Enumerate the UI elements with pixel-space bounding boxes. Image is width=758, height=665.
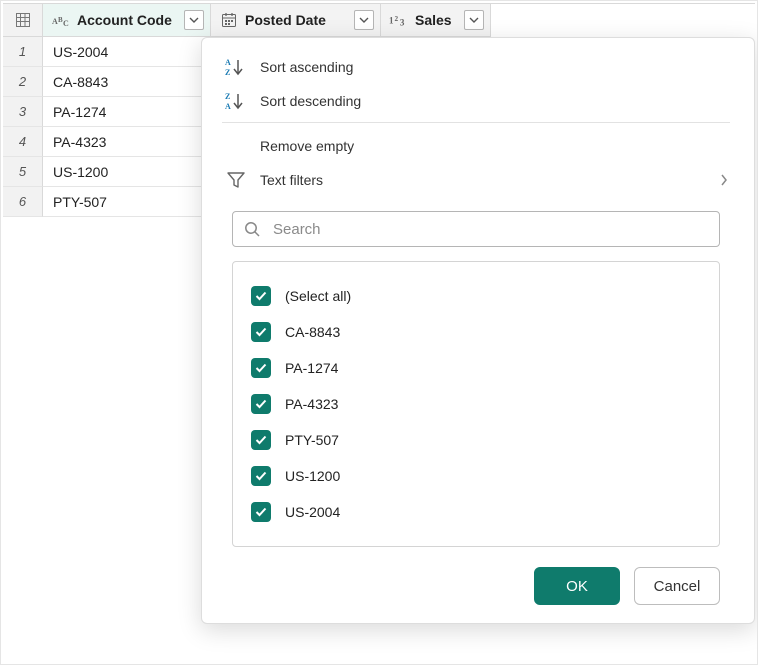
sort-ascending-item[interactable]: A Z Sort ascending bbox=[222, 50, 730, 84]
svg-text:2: 2 bbox=[394, 15, 398, 23]
column-label: Sales bbox=[415, 12, 458, 28]
checkbox-checked-icon[interactable] bbox=[251, 322, 271, 342]
filter-value-label: PA-4323 bbox=[285, 396, 338, 412]
row-number[interactable]: 2 bbox=[3, 67, 43, 97]
menu-label: Remove empty bbox=[260, 138, 354, 154]
filter-value-item[interactable]: US-2004 bbox=[251, 494, 701, 530]
button-label: OK bbox=[566, 578, 588, 595]
svg-text:A: A bbox=[225, 102, 231, 111]
filter-value-item[interactable]: PTY-507 bbox=[251, 422, 701, 458]
text-type-icon: A B C bbox=[51, 10, 71, 30]
menu-label: Sort ascending bbox=[260, 59, 353, 75]
ok-button[interactable]: OK bbox=[534, 567, 620, 605]
menu-label: Text filters bbox=[260, 172, 323, 188]
svg-text:A: A bbox=[225, 58, 231, 67]
filter-value-item[interactable]: PA-1274 bbox=[251, 350, 701, 386]
search-icon bbox=[243, 220, 261, 238]
date-type-icon bbox=[219, 10, 239, 30]
cell-account-code[interactable]: US-2004 bbox=[43, 37, 211, 67]
checkbox-checked-icon[interactable] bbox=[251, 430, 271, 450]
menu-separator bbox=[222, 122, 730, 123]
select-all-corner[interactable] bbox=[3, 4, 43, 37]
button-label: Cancel bbox=[654, 578, 701, 595]
svg-text:Z: Z bbox=[225, 68, 230, 77]
column-filter-toggle[interactable] bbox=[464, 10, 484, 30]
column-header-row: A B C Account Code bbox=[3, 3, 755, 37]
sort-asc-icon: A Z bbox=[224, 55, 248, 79]
filter-search-box[interactable] bbox=[232, 211, 720, 247]
dialog-buttons: OK Cancel bbox=[222, 567, 720, 605]
row-number[interactable]: 1 bbox=[3, 37, 43, 67]
filter-value-item[interactable]: PA-4323 bbox=[251, 386, 701, 422]
chevron-right-icon bbox=[720, 173, 728, 187]
text-filters-item[interactable]: Text filters bbox=[222, 163, 730, 197]
app-frame: A B C Account Code bbox=[0, 0, 758, 665]
row-number[interactable]: 6 bbox=[3, 187, 43, 217]
sort-desc-icon: Z A bbox=[224, 89, 248, 113]
filter-value-label: PA-1274 bbox=[285, 360, 338, 376]
column-header-posted-date[interactable]: Posted Date bbox=[211, 4, 381, 37]
filter-value-label: US-1200 bbox=[285, 468, 340, 484]
column-label: Posted Date bbox=[245, 12, 348, 28]
filter-value-item[interactable]: US-1200 bbox=[251, 458, 701, 494]
row-number[interactable]: 4 bbox=[3, 127, 43, 157]
column-filter-toggle[interactable] bbox=[184, 10, 204, 30]
cell-account-code[interactable]: PA-1274 bbox=[43, 97, 211, 127]
filter-value-item[interactable]: (Select all) bbox=[251, 278, 701, 314]
remove-empty-item[interactable]: Remove empty bbox=[222, 129, 730, 163]
number-type-icon: 1 2 3 bbox=[389, 10, 409, 30]
svg-text:3: 3 bbox=[400, 17, 405, 27]
column-header-sales[interactable]: 1 2 3 Sales bbox=[381, 4, 491, 37]
checkbox-checked-icon[interactable] bbox=[251, 358, 271, 378]
svg-text:C: C bbox=[63, 19, 69, 28]
chevron-down-icon bbox=[189, 17, 199, 23]
svg-text:1: 1 bbox=[389, 16, 394, 26]
cell-account-code[interactable]: US-1200 bbox=[43, 157, 211, 187]
filter-value-label: PTY-507 bbox=[285, 432, 339, 448]
checkbox-checked-icon[interactable] bbox=[251, 286, 271, 306]
filter-search-input[interactable] bbox=[271, 220, 709, 239]
chevron-down-icon bbox=[469, 17, 479, 23]
cell-account-code[interactable]: PA-4323 bbox=[43, 127, 211, 157]
filter-value-label: US-2004 bbox=[285, 504, 340, 520]
filter-value-label: CA-8843 bbox=[285, 324, 340, 340]
filter-value-label: (Select all) bbox=[285, 288, 351, 304]
chevron-down-icon bbox=[359, 17, 369, 23]
checkbox-checked-icon[interactable] bbox=[251, 502, 271, 522]
column-label: Account Code bbox=[77, 12, 178, 28]
row-number[interactable]: 3 bbox=[3, 97, 43, 127]
table-icon bbox=[15, 12, 31, 28]
column-filter-panel: A Z Sort ascending Z A Sort descending bbox=[201, 37, 755, 624]
column-header-account-code[interactable]: A B C Account Code bbox=[43, 4, 211, 37]
menu-label: Sort descending bbox=[260, 93, 361, 109]
svg-text:Z: Z bbox=[225, 92, 230, 101]
column-filter-toggle[interactable] bbox=[354, 10, 374, 30]
checkbox-checked-icon[interactable] bbox=[251, 394, 271, 414]
cancel-button[interactable]: Cancel bbox=[634, 567, 720, 605]
checkbox-checked-icon[interactable] bbox=[251, 466, 271, 486]
cell-account-code[interactable]: CA-8843 bbox=[43, 67, 211, 97]
filter-value-item[interactable]: CA-8843 bbox=[251, 314, 701, 350]
cell-account-code[interactable]: PTY-507 bbox=[43, 187, 211, 217]
filter-icon bbox=[224, 168, 248, 192]
row-number[interactable]: 5 bbox=[3, 157, 43, 187]
filter-values-list: (Select all) CA-8843 PA-1274 PA-4323 PTY-507… bbox=[232, 261, 720, 547]
sort-descending-item[interactable]: Z A Sort descending bbox=[222, 84, 730, 118]
blank-icon bbox=[224, 134, 248, 158]
